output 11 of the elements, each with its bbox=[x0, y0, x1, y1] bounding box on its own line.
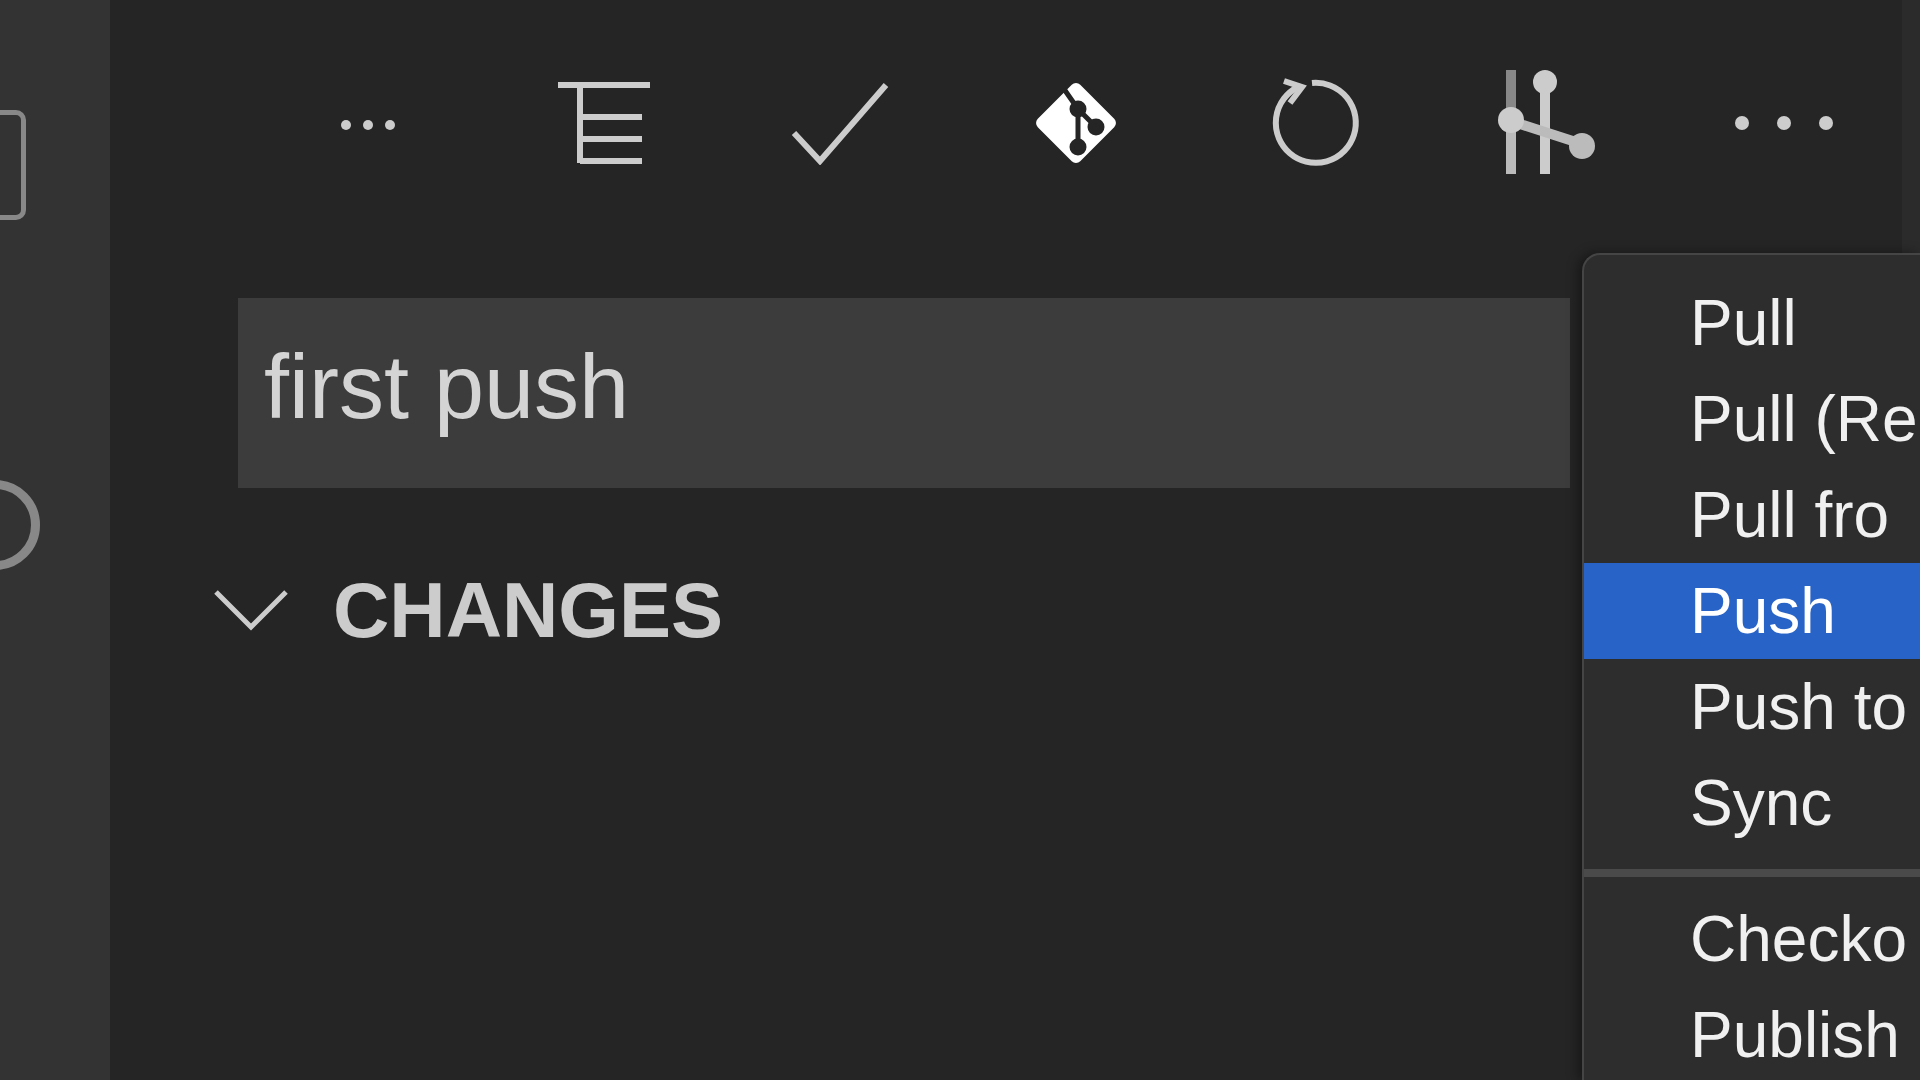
changes-header[interactable]: CHANGES bbox=[213, 564, 724, 656]
chevron-icon bbox=[213, 589, 289, 631]
menu-item[interactable]: Push bbox=[1584, 563, 1920, 659]
menu-item[interactable]: Checko bbox=[1584, 891, 1920, 987]
menu-item[interactable]: Pull (Re bbox=[1584, 371, 1920, 467]
menu-item[interactable]: Pull fro bbox=[1584, 467, 1920, 563]
menu-item[interactable]: Push to bbox=[1584, 659, 1920, 755]
menu-item[interactable]: Sync bbox=[1584, 755, 1920, 851]
commit-message-field[interactable]: first push bbox=[238, 298, 1570, 488]
menu-item[interactable]: Publish bbox=[1584, 987, 1920, 1080]
menu-item[interactable]: Pull bbox=[1584, 275, 1920, 371]
